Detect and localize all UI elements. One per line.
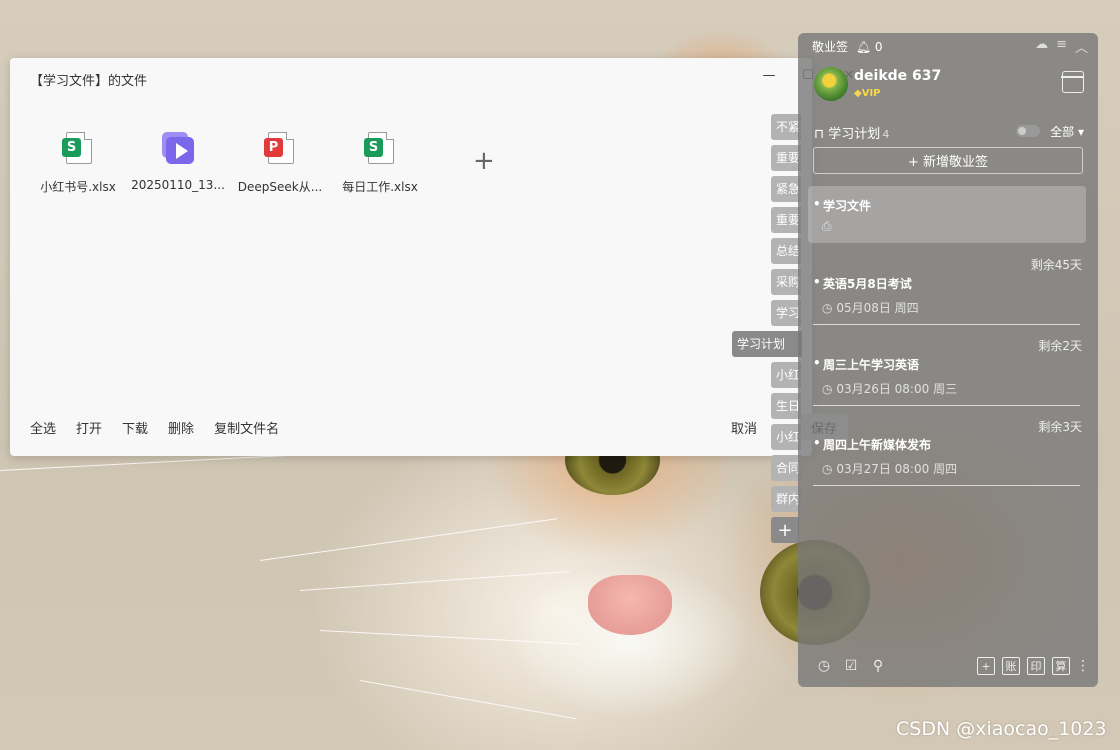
calendar-icon[interactable] [1061,71,1084,93]
file-item[interactable]: S 每日工作.xlsx [330,132,430,195]
pdf-icon: P [264,132,296,164]
days-remaining: 剩余3天 [1038,420,1082,434]
cat-nose [588,575,672,635]
cloud-sync-icon[interactable]: ☁ [1035,37,1048,56]
select-all-button[interactable]: 全选 [30,418,56,437]
divider [813,324,1080,325]
copy-filename-button[interactable]: 复制文件名 [214,418,279,437]
check-box-icon[interactable]: ☑ [842,657,860,675]
filter-dropdown[interactable]: 全部 ▾ [1050,123,1084,140]
toggle-switch[interactable] [1016,125,1040,137]
video-icon [162,132,194,164]
clock-icon: ◷ [822,382,833,396]
file-item[interactable]: S 小红书号.xlsx [28,132,128,195]
panel-footer: ◷ ☑ ⚲ + 账 印 算 ⋮ [798,647,1098,687]
app-name: 敬业签 [812,40,849,54]
note-item[interactable]: 学习文件 ⎙ [808,186,1086,243]
days-remaining: 剩余2天 [1038,339,1082,353]
menu-icon[interactable]: ≡ [1056,37,1067,56]
clock-icon: ◷ [822,301,833,315]
note-date: ◷ 05月08日 周四 [822,301,919,315]
file-name: DeepSeek从... [237,180,323,194]
note-panel: 敬业签 🔔︎ 0 ☁ ≡ ︿ deikde 637 ◆VIP ⊓ 学习计划 4 全… [798,33,1098,687]
vip-badge: ◆VIP [854,88,881,99]
category-tab[interactable]: 采购 [771,269,801,295]
add-file-button[interactable]: + [473,148,495,174]
caret-down-icon: ▾ [1077,125,1084,139]
note-title: 周四上午新媒体发布 [813,436,931,453]
window-title: 【学习文件】的文件 [30,74,148,89]
ledger-button[interactable]: 账 [1002,657,1020,675]
whisker [259,518,558,561]
whisker [319,630,580,645]
file-name: 小红书号.xlsx [40,180,116,194]
search-icon[interactable]: ⚲ [869,657,887,675]
reminder-count: 0 [874,40,883,54]
watermark: CSDN @xiaocao_1023 [896,718,1107,740]
category-tab[interactable]: 重要 [771,145,801,171]
category-tab[interactable]: 生日 [771,393,801,419]
divider [813,485,1080,486]
file-name: 每日工作.xlsx [342,180,418,194]
file-name: 20250110_13... [131,178,225,192]
clock-icon[interactable]: ◷ [815,657,833,675]
calculator-button[interactable]: 算 [1052,657,1070,675]
file-item[interactable]: P DeepSeek从... [230,132,330,195]
note-item[interactable]: 剩余2天 周三上午学习英语 ◷ 03月26日 08:00 周三 [808,335,1086,409]
diamond-icon: ◆ [854,88,862,99]
action-bar: 全选 打开 下载 删除 复制文件名 [30,418,299,437]
category-tab[interactable]: 合同 [771,455,801,481]
category-tab[interactable]: 总结 [771,238,801,264]
whisker [359,680,577,720]
spreadsheet-icon: S [62,132,94,164]
note-item[interactable]: 剩余45天 英语5月8日考试 ◷ 05月08日 周四 [808,254,1086,328]
file-item[interactable]: 20250110_13... [128,132,228,192]
whisker [299,571,570,591]
attachment-icon: ⎙ [822,219,832,233]
cancel-button[interactable]: 取消 [731,418,757,437]
category-tab[interactable]: 重要 [771,207,801,233]
add-category-button[interactable]: + [771,517,799,543]
add-note-button[interactable]: + 新增敬业签 [813,147,1083,174]
category-tab-active[interactable]: 学习计划 [732,331,802,357]
category-tab[interactable]: 学习 [771,300,801,326]
category-tab[interactable]: 小红书 [771,362,801,388]
bell-icon[interactable]: 🔔︎ [856,40,871,54]
stamp-button[interactable]: 印 [1027,657,1045,675]
panel-header: 敬业签 🔔︎ 0 [812,38,883,55]
note-date: ◷ 03月26日 08:00 周三 [822,382,958,396]
open-button[interactable]: 打开 [76,418,102,437]
note-title: 周三上午学习英语 [813,356,919,373]
delete-button[interactable]: 删除 [168,418,194,437]
category-tab[interactable]: 群内 [771,486,801,512]
divider [813,405,1080,406]
note-date: ◷ 03月27日 08:00 周四 [822,462,958,476]
file-window: 【学习文件】的文件 — ☐ ✕ S 小红书号.xlsx 20250110_13.… [10,58,854,456]
header-icons: ☁ ≡ ︿ [1035,37,1088,56]
days-remaining: 剩余45天 [1030,258,1082,272]
minimize-button[interactable]: — [760,66,778,84]
more-icon[interactable]: ⋮ [1074,657,1092,675]
spreadsheet-icon: S [364,132,396,164]
list-title: ⊓ 学习计划 4 [814,127,890,142]
download-button[interactable]: 下载 [122,418,148,437]
collapse-icon[interactable]: ︿ [1075,37,1088,56]
clock-icon: ◷ [822,462,833,476]
category-tab[interactable]: 紧急 [771,176,801,202]
note-title: 学习文件 [813,197,871,214]
category-tab[interactable]: 不紧急 [771,114,801,140]
note-item[interactable]: 剩余3天 周四上午新媒体发布 ◷ 03月27日 08:00 周四 [808,416,1086,490]
category-tab[interactable]: 小红书 [771,424,801,450]
note-title: 英语5月8日考试 [813,275,912,292]
avatar[interactable] [814,67,848,101]
add-button[interactable]: + [977,657,995,675]
username: deikde 637 [854,68,942,84]
bookmark-icon: ⊓ [814,127,825,142]
list-count: 4 [882,128,890,141]
